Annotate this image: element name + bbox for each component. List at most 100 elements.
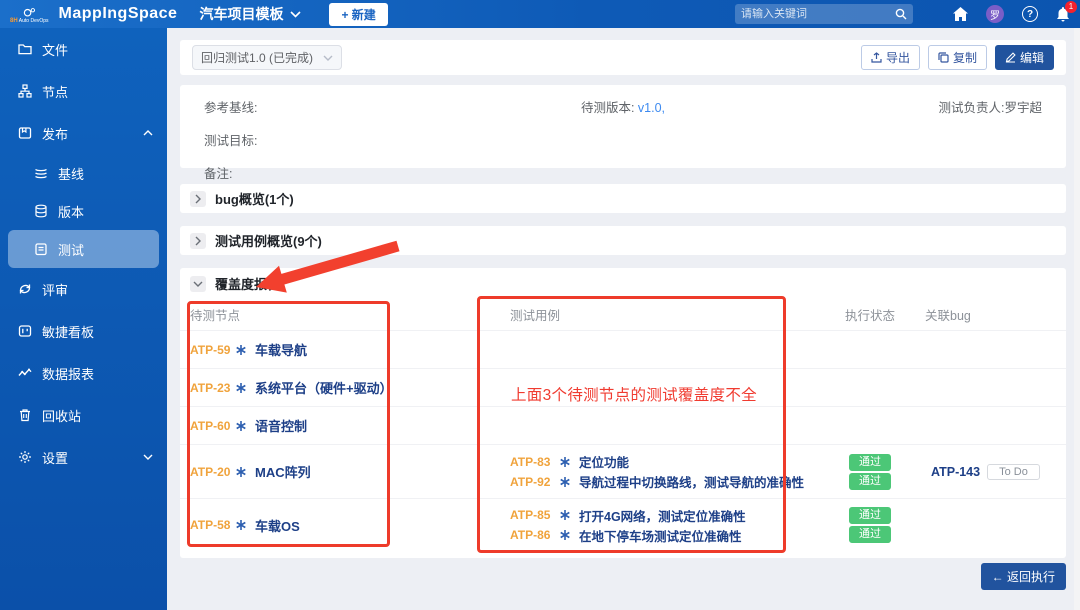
app-logo: 8H Auto DevOps [10,5,49,24]
user-avatar[interactable]: 罗 [986,5,1004,23]
node-id-link[interactable]: ATP-20 [190,465,234,479]
scrollbar[interactable] [1074,28,1080,610]
sidebar-item-review[interactable]: 评审 [0,268,167,310]
case-asterisk-icon [560,457,570,467]
node-name: 车载OS [255,516,300,535]
sidebar-item-release[interactable]: 发布 [0,112,167,154]
test-case: ATP-92 导航过程中切换路线，测试导航的准确性 [510,472,845,492]
node-asterisk-icon [236,345,246,355]
node-name: 系统平台（硬件+驱动） [255,378,393,397]
back-to-execution-button[interactable]: ← 返回执行 [981,563,1066,590]
export-button[interactable]: 导出 [861,45,920,70]
notification-bell-icon[interactable]: 1 [1056,7,1070,22]
sidebar-item-recycle-bin[interactable]: 回收站 [0,394,167,436]
case-asterisk-icon [560,510,570,520]
test-plan-select[interactable]: 回归测试1.0 (已完成) [192,45,342,70]
sidebar-item-agile-board[interactable]: 敏捷看板 [0,310,167,352]
chevron-down-icon [143,454,153,460]
status-badge-pass: 通过 [849,454,891,471]
node-id-link[interactable]: ATP-59 [190,343,234,357]
node-id-link[interactable]: ATP-60 [190,419,234,433]
database-icon [34,204,48,218]
sidebar-item-version[interactable]: 版本 [0,192,167,230]
case-desc: 定位功能 [579,452,629,471]
test-case: ATP-85 打开4G网络，测试定位准确性 [510,505,845,525]
logo-badge: 8H Auto DevOps [10,19,49,24]
status-badge-pass: 通过 [849,507,891,524]
table-row: ATP-59 车载导航 [180,330,1066,368]
global-search[interactable] [735,4,913,24]
table-row: ATP-60 语音控制 [180,406,1066,444]
chevron-up-icon [143,130,153,136]
section-bug-overview[interactable]: bug概览(1个) [180,184,1066,213]
kanban-board-icon [18,324,32,338]
case-id-link[interactable]: ATP-85 [510,508,558,522]
node-id-link[interactable]: ATP-23 [190,381,234,395]
case-id-link[interactable]: ATP-86 [510,528,558,542]
col-status: 执行状态 [845,305,925,324]
layers-icon [34,166,48,180]
col-node: 待测节点 [190,305,510,324]
case-desc: 在地下停车场测试定位准确性 [579,526,742,545]
chevron-right-icon[interactable] [190,191,206,207]
node-id-link[interactable]: ATP-58 [190,518,234,532]
new-button[interactable]: + 新建 [329,3,387,26]
owner-label: 测试负责人:罗宇超 [763,97,1042,116]
project-name: 汽车项目模板 [199,4,283,24]
sidebar-item-settings[interactable]: 设置 [0,436,167,478]
bug-status-badge: To Do [987,464,1040,480]
chevron-right-icon[interactable] [190,233,206,249]
version-label: 待测版本: [581,101,634,115]
sidebar-item-files[interactable]: 文件 [0,28,167,70]
baseline-label: 参考基线: [204,97,483,116]
help-icon[interactable]: ? [1022,6,1038,22]
node-asterisk-icon [236,467,246,477]
node-asterisk-icon [236,383,246,393]
chevron-down-icon [323,55,333,61]
top-navbar: 8H Auto DevOps MappIngSpace 汽车项目模板 + 新建 … [0,0,1080,28]
sidebar-item-data-reports[interactable]: 数据报表 [0,352,167,394]
edit-pencil-icon [1005,52,1016,63]
remark-label: 备注: [204,163,1042,182]
sidebar-nav: 文件 节点 发布 基线 版本 测试 评审 敏捷看板 数据报表 回收站 设置 [0,28,167,610]
case-id-link[interactable]: ATP-83 [510,455,558,469]
export-icon [871,52,882,63]
coverage-table: 待测节点 测试用例 执行状态 关联bug ATP-59 车载导航 ATP-23 … [180,299,1066,551]
status-badge-pass: 通过 [849,473,891,490]
sidebar-item-test[interactable]: 测试 [8,230,159,268]
case-id-link[interactable]: ATP-92 [510,475,558,489]
linked-bug: ATP-143 To Do [925,464,1066,480]
version-link[interactable]: v1.0, [638,101,665,115]
search-input[interactable] [741,8,895,20]
coverage-header[interactable]: 覆盖度报告 [180,268,1066,299]
notification-badge: 1 [1065,1,1077,13]
goal-label: 测试目标: [204,130,1042,149]
app-title: MappIngSpace [59,5,178,23]
test-case: ATP-83 定位功能 [510,452,845,472]
chevron-down-icon [290,11,301,18]
folder-icon [18,42,32,56]
case-desc: 导航过程中切换路线，测试导航的准确性 [579,472,804,491]
case-asterisk-icon [560,530,570,540]
copy-icon [938,52,949,63]
sidebar-item-nodes[interactable]: 节点 [0,70,167,112]
node-name: 车载导航 [255,340,307,359]
sidebar-item-baseline[interactable]: 基线 [0,154,167,192]
home-icon[interactable] [953,7,968,21]
section-coverage-report: 覆盖度报告 待测节点 测试用例 执行状态 关联bug ATP-59 车载导航 [180,268,1066,558]
chart-line-icon [18,366,32,380]
trash-icon [18,408,32,422]
copy-button[interactable]: 复制 [928,45,987,70]
case-asterisk-icon [560,477,570,487]
project-switcher[interactable]: 汽车项目模板 [199,4,301,24]
table-header-row: 待测节点 测试用例 执行状态 关联bug [180,299,1066,330]
bug-id-link[interactable]: ATP-143 [931,465,980,479]
edit-button[interactable]: 编辑 [995,45,1054,70]
section-case-overview[interactable]: 测试用例概览(9个) [180,226,1066,255]
search-icon[interactable] [895,8,907,20]
chevron-down-icon[interactable] [190,276,206,292]
plan-info-panel: 参考基线: 待测版本: v1.0, 测试负责人:罗宇超 测试目标: 备注: [180,85,1066,168]
col-bug: 关联bug [925,305,1066,324]
main-content: 回归测试1.0 (已完成) 导出 复制 编辑 参考基线: 待测版本: v1.0,… [167,28,1080,610]
release-icon [18,126,32,140]
